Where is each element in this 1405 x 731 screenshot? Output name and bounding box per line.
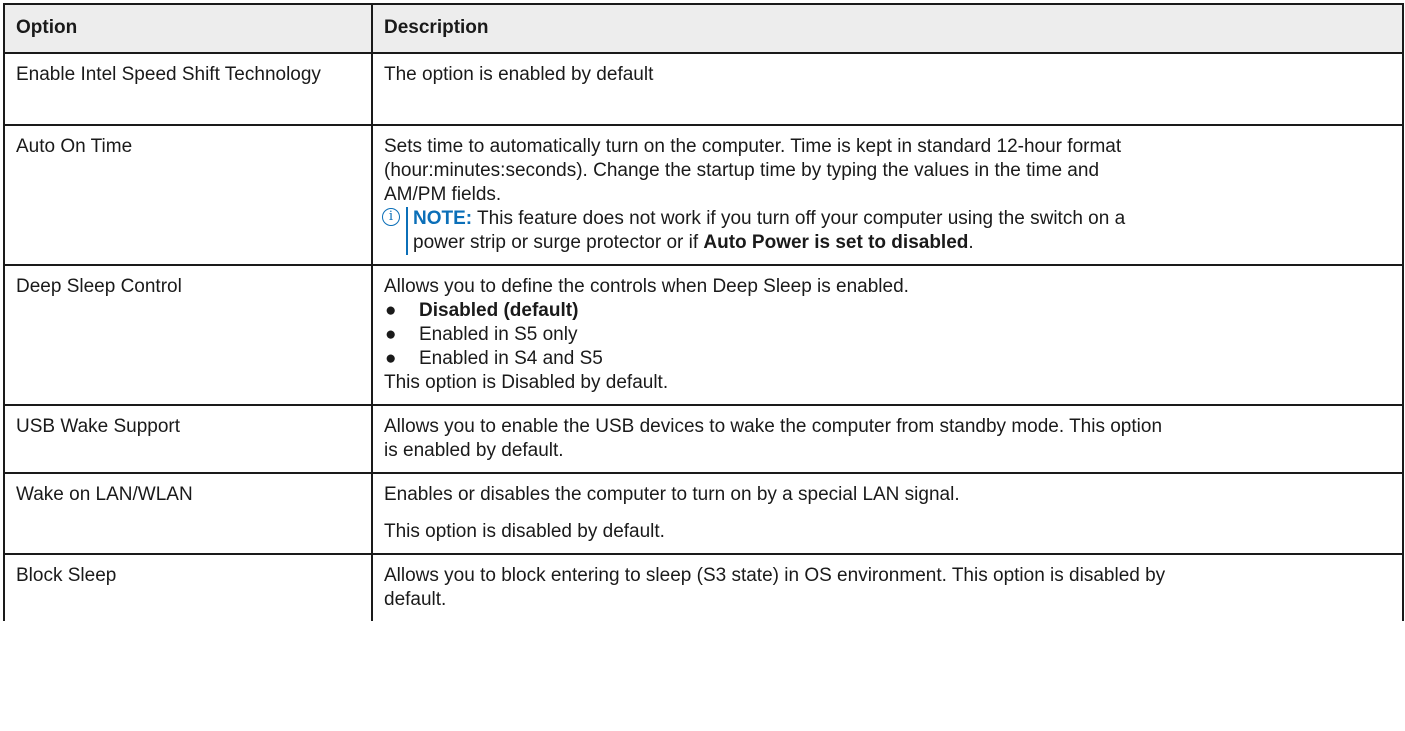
description-cell: Allows you to enable the USB devices to … bbox=[371, 404, 1404, 474]
description-line: Enables or disables the computer to turn… bbox=[384, 484, 960, 505]
bullet-icon: ● bbox=[385, 300, 397, 321]
list-item: ● Disabled (default) bbox=[384, 299, 1393, 323]
description-line: is enabled by default. bbox=[384, 440, 564, 461]
note-text-1: This feature does not work if you turn o… bbox=[472, 208, 1126, 229]
description-cell: Sets time to automatically turn on the c… bbox=[371, 124, 1404, 266]
bullet-icon: ● bbox=[385, 348, 397, 369]
header-description: Description bbox=[371, 3, 1404, 54]
option-cell: USB Wake Support bbox=[3, 404, 373, 474]
option-cell: Deep Sleep Control bbox=[3, 264, 373, 406]
note-text: NOTE: This feature does not work if you … bbox=[406, 207, 1393, 255]
option-cell: Enable Intel Speed Shift Technology bbox=[3, 52, 373, 126]
table-header-row: Option Description bbox=[3, 3, 1404, 54]
description-cell: Enables or disables the computer to turn… bbox=[371, 472, 1404, 555]
table-row: USB Wake Support Allows you to enable th… bbox=[3, 404, 1404, 474]
note-block: i NOTE: This feature does not work if yo… bbox=[380, 207, 1393, 255]
option-cell: Block Sleep bbox=[3, 553, 373, 621]
description-line: Allows you to enable the USB devices to … bbox=[384, 416, 1163, 437]
description-line: AM/PM fields. bbox=[384, 184, 502, 205]
table-row: Wake on LAN/WLAN Enables or disables the… bbox=[3, 472, 1404, 555]
description-line: Allows you to block entering to sleep (S… bbox=[384, 565, 1166, 586]
description-line: default. bbox=[384, 589, 447, 610]
list-item-label: Enabled in S5 only bbox=[419, 324, 578, 345]
list-item-label: Disabled (default) bbox=[419, 300, 579, 321]
header-option: Option bbox=[3, 3, 373, 54]
list-item: ● Enabled in S4 and S5 bbox=[384, 347, 1393, 371]
list-item: ● Enabled in S5 only bbox=[384, 323, 1393, 347]
description-line: This option is disabled by default. bbox=[384, 521, 665, 542]
table-row: Enable Intel Speed Shift Technology The … bbox=[3, 52, 1404, 126]
note-text-2: power strip or surge protector or if bbox=[413, 232, 704, 253]
option-cell: Auto On Time bbox=[3, 124, 373, 266]
note-label: NOTE: bbox=[413, 208, 473, 229]
note-bold: Auto Power is set to disabled bbox=[703, 232, 969, 253]
description-line: (hour:minutes:seconds). Change the start… bbox=[384, 160, 1100, 181]
list-item-label: Enabled in S4 and S5 bbox=[419, 348, 603, 369]
description-line: Sets time to automatically turn on the c… bbox=[384, 136, 1122, 157]
info-icon: i bbox=[380, 207, 406, 231]
note-end: . bbox=[968, 232, 974, 253]
table-row: Block Sleep Allows you to block entering… bbox=[3, 553, 1404, 621]
option-cell: Wake on LAN/WLAN bbox=[3, 472, 373, 555]
description-cell: Allows you to block entering to sleep (S… bbox=[371, 553, 1404, 621]
description-intro: Allows you to define the controls when D… bbox=[384, 276, 909, 297]
description-cell: The option is enabled by default bbox=[371, 52, 1404, 126]
table-row: Deep Sleep Control Allows you to define … bbox=[3, 264, 1404, 406]
description-outro: This option is Disabled by default. bbox=[384, 372, 669, 393]
description-cell: Allows you to define the controls when D… bbox=[371, 264, 1404, 406]
bullet-list: ● Disabled (default) ● Enabled in S5 only … bbox=[384, 299, 1393, 371]
bullet-icon: ● bbox=[385, 324, 397, 345]
table-row: Auto On Time Sets time to automatically … bbox=[3, 124, 1404, 266]
options-table: Option Description Enable Intel Speed Sh… bbox=[3, 3, 1404, 621]
